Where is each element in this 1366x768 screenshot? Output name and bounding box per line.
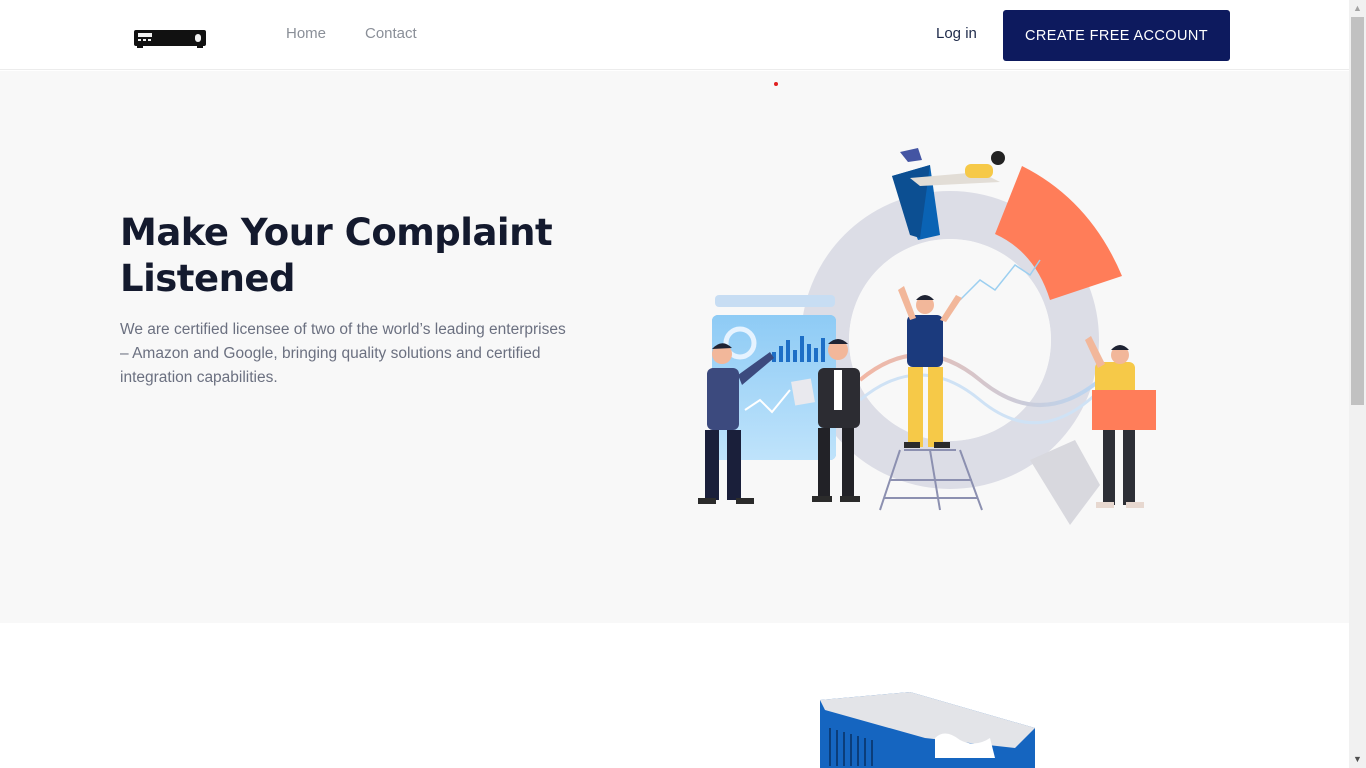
create-account-button[interactable]: CREATE FREE ACCOUNT <box>1003 10 1230 61</box>
login-link[interactable]: Log in <box>936 25 977 42</box>
page: Home Contact Log in CREATE FREE ACCOUNT … <box>0 0 1349 768</box>
scroll-up-arrow-icon[interactable]: ▲ <box>1349 0 1366 17</box>
hero-title: Make Your Complaint Listened <box>120 211 553 300</box>
vertical-scrollbar[interactable]: ▲ ▼ <box>1349 0 1366 768</box>
site-header: Home Contact Log in CREATE FREE ACCOUNT <box>0 0 1349 70</box>
nav-home-link[interactable]: Home <box>286 25 326 42</box>
hero-description: We are certified licensee of two of the … <box>120 321 566 386</box>
red-dot-indicator <box>774 82 778 86</box>
section-illustration <box>815 688 1045 768</box>
scroll-down-arrow-icon[interactable]: ▼ <box>1349 751 1366 768</box>
scrollbar-thumb[interactable] <box>1351 17 1364 405</box>
hero-illustration <box>593 140 1170 540</box>
nav-contact-link[interactable]: Contact <box>365 25 417 42</box>
logo-icon[interactable] <box>133 27 207 48</box>
